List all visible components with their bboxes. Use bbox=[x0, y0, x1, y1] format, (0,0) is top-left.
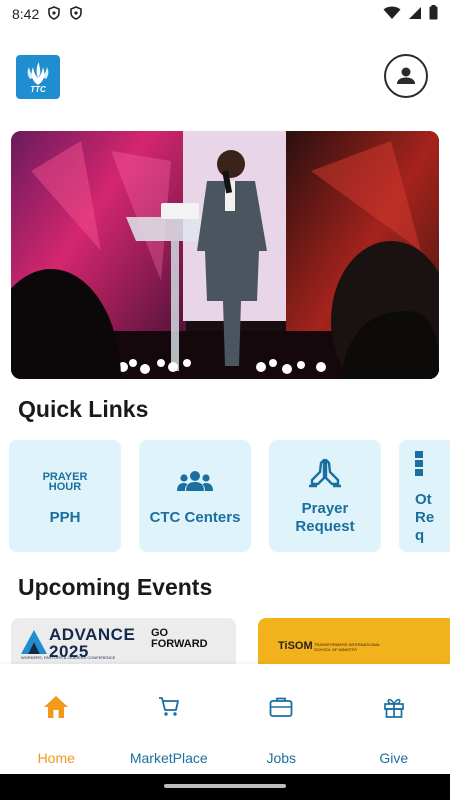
wifi-icon bbox=[383, 6, 401, 23]
home-icon bbox=[43, 694, 69, 720]
gesture-handle[interactable] bbox=[164, 784, 286, 788]
quick-link-pph[interactable]: PRAYER HOUR PPH bbox=[9, 440, 121, 552]
advance-logo-icon bbox=[21, 630, 47, 654]
event-card-tisom[interactable]: TiSOM TRANSFORMERS INTERNATIONAL SCHOOL … bbox=[258, 618, 450, 664]
app-header: TTC bbox=[0, 48, 450, 108]
event-card-advance-2025[interactable]: ADVANCE 2025 WORKERS, PASTORS & LEADERS … bbox=[11, 618, 236, 664]
quick-link-prayer-request[interactable]: Prayer Request bbox=[269, 440, 381, 552]
nav-marketplace[interactable]: MarketPlace bbox=[113, 664, 226, 774]
quick-link-label: PPH bbox=[49, 509, 81, 526]
nav-jobs[interactable]: Jobs bbox=[225, 664, 338, 774]
events-carousel[interactable]: ADVANCE 2025 WORKERS, PASTORS & LEADERS … bbox=[11, 618, 450, 664]
quick-links-carousel[interactable]: PRAYER HOUR PPH CTC Centers Prayer Reque… bbox=[9, 440, 450, 553]
status-time: 8:42 bbox=[12, 6, 40, 22]
flame-logo-icon bbox=[27, 61, 49, 85]
event-title: TiSOM bbox=[278, 640, 313, 652]
event-tagline-line2: FORWARD bbox=[151, 638, 208, 650]
event-subtitle: TRANSFORMERS INTERNATIONAL SCHOOL OF MIN… bbox=[314, 642, 381, 652]
logo-text: TTC bbox=[30, 84, 46, 94]
event-title-line1: ADVANCE bbox=[49, 625, 136, 644]
prayer-hour-logo-line2: HOUR bbox=[48, 480, 82, 493]
battery-icon bbox=[429, 5, 438, 23]
nav-label: Home bbox=[37, 750, 75, 766]
nav-give[interactable]: Give bbox=[338, 664, 450, 774]
signal-icon bbox=[408, 6, 422, 23]
quick-link-other-requests[interactable]: Ot Req bbox=[399, 440, 450, 552]
nav-label: Jobs bbox=[266, 750, 297, 766]
preacher-photo bbox=[11, 131, 439, 379]
grid-icon bbox=[407, 447, 427, 481]
prayer-hour-logo-line1: PRAYER bbox=[42, 470, 88, 483]
people-group-icon bbox=[177, 465, 213, 499]
gift-icon bbox=[381, 694, 407, 720]
quick-link-label: Ot Req bbox=[415, 491, 435, 544]
status-bar: 8:42 bbox=[0, 0, 450, 28]
system-nav-bar bbox=[0, 774, 450, 800]
quick-link-label: Prayer Request bbox=[295, 500, 355, 535]
briefcase-icon bbox=[268, 694, 294, 720]
upcoming-events-title: Upcoming Events bbox=[18, 574, 213, 600]
app-logo[interactable]: TTC bbox=[16, 55, 60, 99]
hero-banner-image[interactable] bbox=[11, 131, 439, 379]
profile-button[interactable] bbox=[384, 54, 428, 98]
nav-label: MarketPlace bbox=[129, 750, 208, 766]
shield-icon bbox=[69, 5, 83, 23]
quick-links-title: Quick Links bbox=[18, 396, 149, 422]
nav-label: Give bbox=[379, 750, 409, 766]
cart-icon bbox=[156, 694, 182, 720]
prayer-hour-logo-icon: PRAYER HOUR bbox=[43, 465, 88, 499]
quick-link-ctc-centers[interactable]: CTC Centers bbox=[139, 440, 251, 552]
shield-icon bbox=[47, 5, 61, 23]
event-subtitle: WORKERS, PASTORS & LEADERS CONFERENCE bbox=[21, 655, 116, 660]
quick-link-label: CTC Centers bbox=[149, 509, 241, 526]
nav-home[interactable]: Home bbox=[0, 664, 113, 774]
event-tagline: GO FORWARD bbox=[151, 628, 208, 650]
praying-hands-icon bbox=[308, 456, 342, 490]
person-icon bbox=[397, 67, 415, 84]
bottom-nav: Home MarketPlace Jobs Give bbox=[0, 664, 450, 774]
